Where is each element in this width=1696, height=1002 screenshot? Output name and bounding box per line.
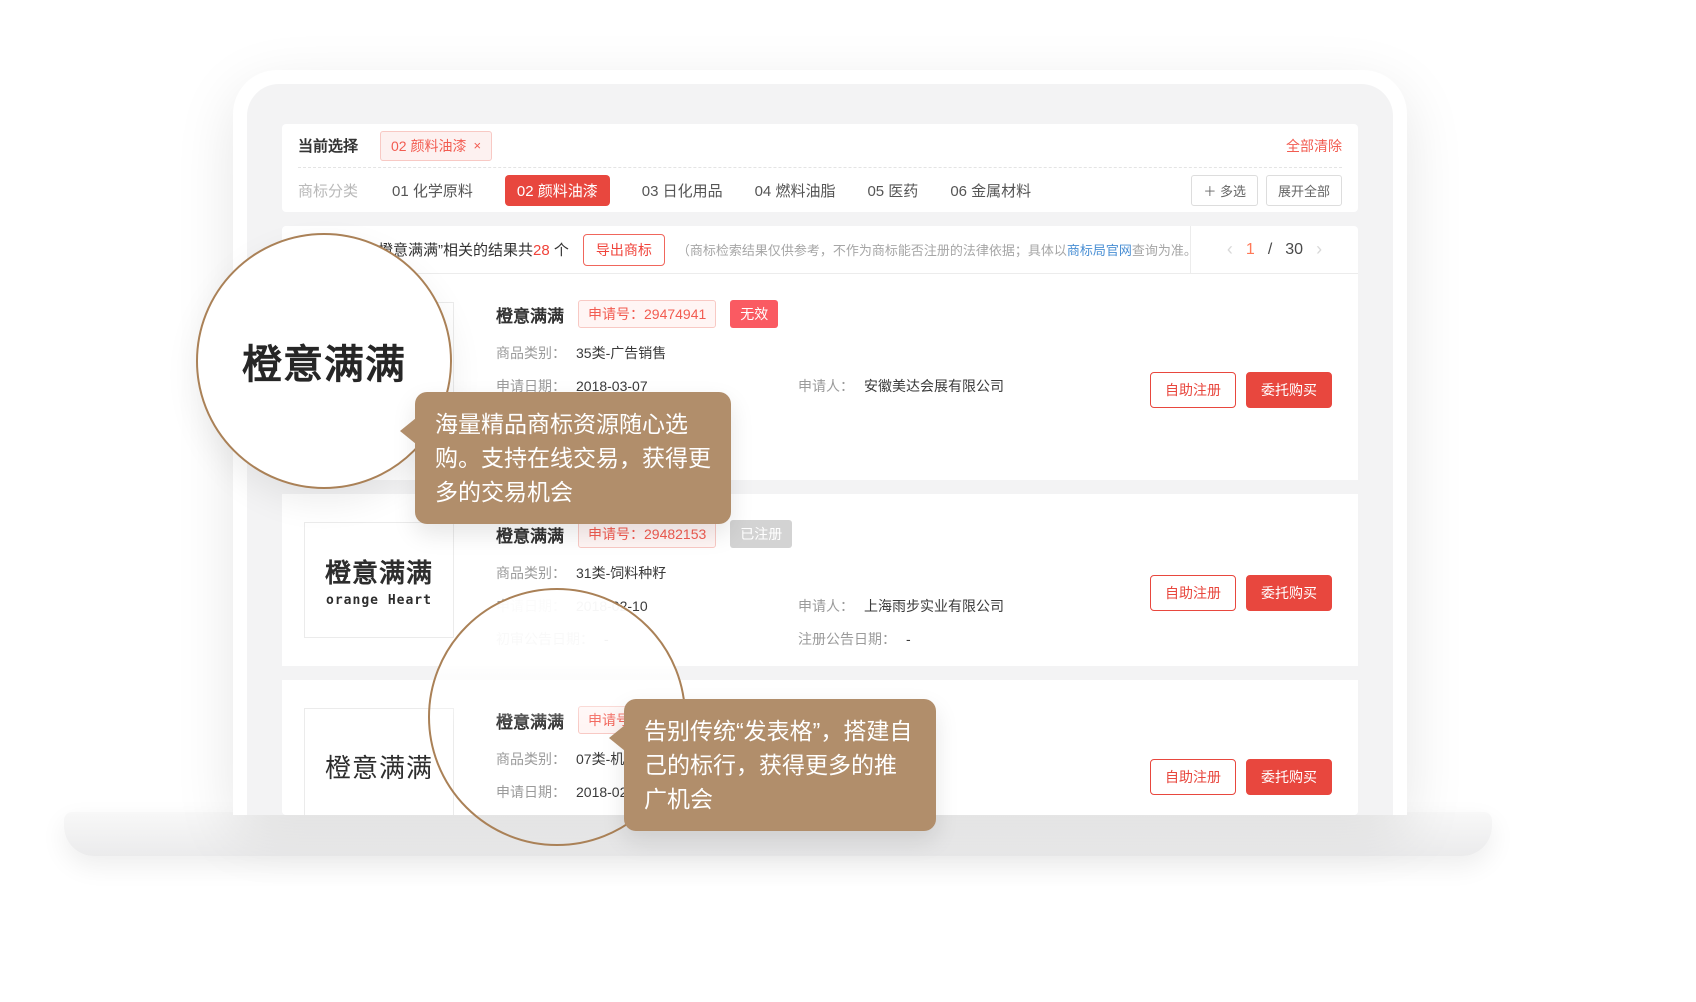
row-actions: 自助注册 委托购买: [1150, 372, 1332, 408]
entrust-purchase-button[interactable]: 委托购买: [1246, 372, 1332, 408]
result-count: 28: [533, 242, 550, 259]
app-no-label: 申请号：: [588, 306, 644, 322]
page-separator: /: [1268, 241, 1272, 259]
self-register-button[interactable]: 自助注册: [1150, 372, 1236, 408]
self-register-button[interactable]: 自助注册: [1150, 759, 1236, 795]
category-label: 商品类别：: [496, 343, 566, 363]
name-line: 橙意满满 申请号：29474941 无效: [496, 300, 1134, 328]
tooltip-pointer-icon: [609, 725, 625, 751]
summary-unit: 个: [550, 242, 569, 259]
applicant-value: 上海雨步实业有限公司: [864, 596, 1004, 616]
reg-announce-label: 注册公告日期：: [798, 629, 896, 649]
results-header: 为您检索到“橙意满满”相关的结果共28 个 导出商标 （商标检索结果仅供参考，不…: [282, 226, 1358, 274]
next-page-icon[interactable]: ›: [1316, 239, 1322, 260]
disclaimer-prefix: （商标检索结果仅供参考，不作为商标能否注册的法律依据；具体以: [677, 243, 1067, 258]
selected-filter-tag-text: 02 颜料油漆: [391, 136, 466, 156]
total-pages: 30: [1285, 241, 1303, 259]
tooltip-text: 告别传统“发表格”，搭建自己的标行，获得更多的推广机会: [644, 718, 912, 812]
applicant-value: 安徽美达会展有限公司: [864, 376, 1004, 396]
disclaimer-suffix: 查询为准。）: [1132, 243, 1190, 258]
category-line: 商品类别： 31类-饲料种籽: [496, 563, 1134, 583]
feature-tooltip: 告别传统“发表格”，搭建自己的标行，获得更多的推广机会: [624, 699, 936, 831]
category-list: 01 化学原料 02 颜料油漆 03 日化用品 04 燃料油脂 05 医药 06…: [392, 175, 1031, 206]
filter-actions: ＋ 多选 展开全部: [1191, 175, 1342, 206]
selected-filter-tag[interactable]: 02 颜料油漆 ×: [380, 131, 492, 161]
tooltip-pointer-icon: [400, 418, 416, 444]
reg-announce-value: -: [906, 629, 911, 649]
export-trademark-button[interactable]: 导出商标: [583, 234, 665, 266]
expand-all-button[interactable]: 展开全部: [1266, 175, 1342, 206]
close-icon[interactable]: ×: [473, 138, 481, 153]
category-item-04[interactable]: 04 燃料油脂: [755, 180, 836, 201]
entrust-purchase-button[interactable]: 委托购买: [1246, 759, 1332, 795]
category-value: 31类-饲料种籽: [576, 563, 666, 583]
pagination: ‹ 1 / 30 ›: [1190, 226, 1358, 273]
trademark-name: 橙意满满: [496, 302, 564, 327]
disclaimer-text: （商标检索结果仅供参考，不作为商标能否注册的法律依据；具体以商标局官网查询为准。…: [677, 240, 1190, 259]
self-register-button[interactable]: 自助注册: [1150, 575, 1236, 611]
application-number-tag: 申请号：29482153: [578, 520, 716, 548]
multi-select-button[interactable]: ＋ 多选: [1191, 175, 1258, 206]
row-actions: 自助注册 委托购买: [1150, 575, 1332, 611]
trademark-name: 橙意满满: [496, 522, 564, 547]
feature-tooltip: 海量精品商标资源随心选购。支持在线交易，获得更多的交易机会: [415, 392, 731, 524]
category-value: 35类-广告销售: [576, 343, 666, 363]
status-badge: 无效: [730, 300, 778, 328]
magnifier-circle: 橙意满满: [196, 233, 452, 489]
app-no-value: 29474941: [644, 306, 706, 322]
category-row-label: 商标分类: [298, 180, 358, 201]
category-row: 商标分类 01 化学原料 02 颜料油漆 03 日化用品 04 燃料油脂 05 …: [298, 168, 1342, 212]
category-item-01[interactable]: 01 化学原料: [392, 180, 473, 201]
trademark-image-subtext: orange Heart: [326, 593, 432, 608]
current-selection-row: 当前选择 02 颜料油漆 × 全部清除: [298, 124, 1342, 168]
category-label: 商品类别：: [496, 563, 566, 583]
results-summary-area: 为您检索到“橙意满满”相关的结果共28 个 导出商标 （商标检索结果仅供参考，不…: [282, 234, 1190, 266]
category-item-05[interactable]: 05 医药: [867, 180, 918, 201]
app-no-value: 29482153: [644, 526, 706, 542]
trademark-image-text: 橙意满满: [325, 553, 433, 590]
status-badge: 已注册: [730, 520, 792, 548]
page: 当前选择 02 颜料油漆 × 全部清除 商标分类 01 化学原料 02 颜料油漆…: [0, 0, 1696, 1002]
category-line: 商品类别： 35类-广告销售: [496, 343, 1134, 363]
current-selection-label: 当前选择: [298, 135, 358, 156]
prev-page-icon[interactable]: ‹: [1227, 239, 1233, 260]
entrust-purchase-button[interactable]: 委托购买: [1246, 575, 1332, 611]
name-line: 橙意满满 申请号：29482153 已注册: [496, 520, 1134, 548]
clear-all-link[interactable]: 全部清除: [1286, 136, 1342, 156]
filter-panel: 当前选择 02 颜料油漆 × 全部清除 商标分类 01 化学原料 02 颜料油漆…: [282, 124, 1358, 212]
application-number-tag: 申请号：29474941: [578, 300, 716, 328]
applicant-label: 申请人：: [798, 596, 854, 616]
trademark-image-text: 橙意满满: [325, 748, 433, 785]
category-item-03[interactable]: 03 日化用品: [642, 180, 723, 201]
trademark-image: 橙意满满 orange Heart: [304, 522, 454, 638]
trademark-office-link[interactable]: 商标局官网: [1067, 243, 1132, 258]
applicant-label: 申请人：: [798, 376, 854, 396]
current-page: 1: [1246, 241, 1255, 259]
magnified-trademark-text: 橙意满满: [242, 332, 406, 390]
category-item-06[interactable]: 06 金属材料: [950, 180, 1031, 201]
category-item-02-selected[interactable]: 02 颜料油漆: [505, 175, 610, 206]
tooltip-text: 海量精品商标资源随心选购。支持在线交易，获得更多的交易机会: [435, 411, 711, 505]
app-no-label: 申请号：: [588, 526, 644, 542]
row-actions: 自助注册 委托购买: [1150, 759, 1332, 795]
